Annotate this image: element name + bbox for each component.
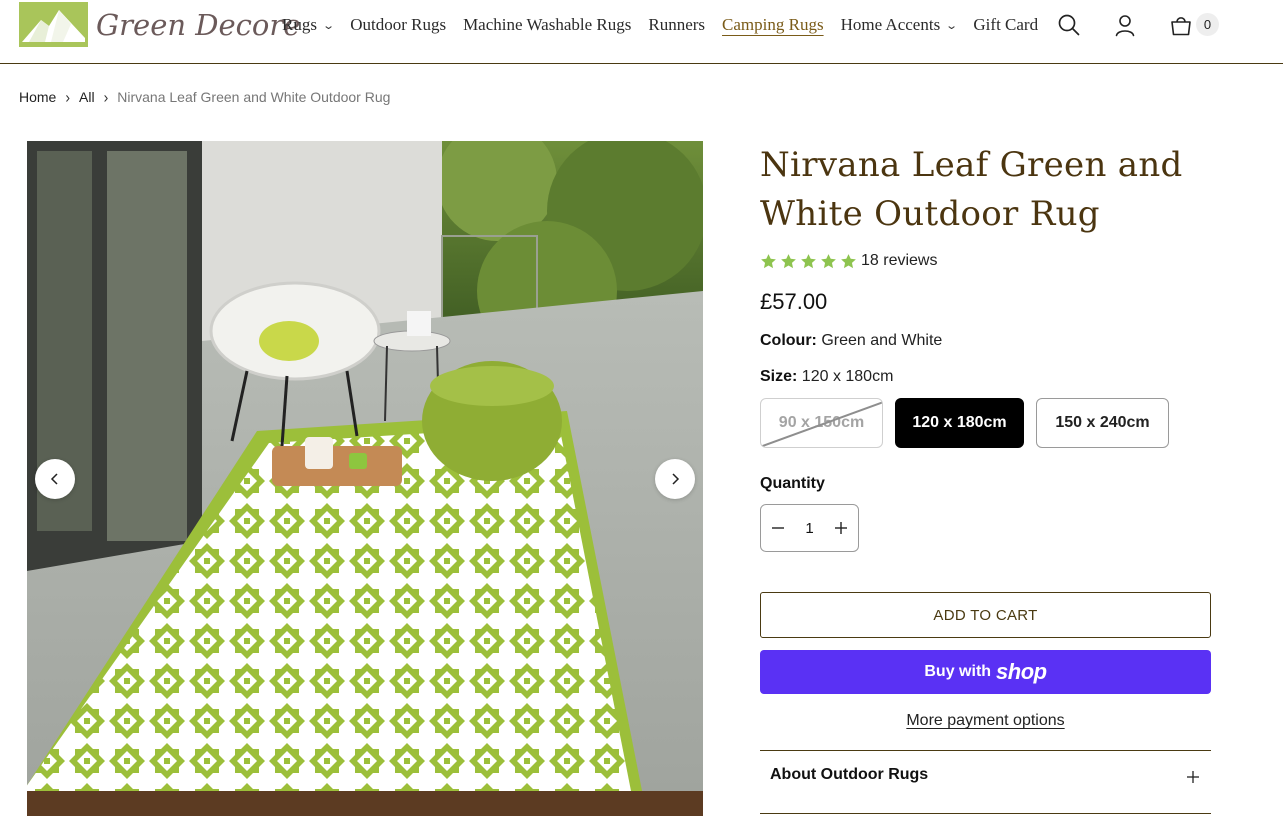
- breadcrumb-current: Nirvana Leaf Green and White Outdoor Rug: [117, 89, 391, 105]
- quantity-input[interactable]: 1: [805, 520, 813, 537]
- product-info: Nirvana Leaf Green and White Outdoor Rug…: [760, 141, 1211, 814]
- plus-icon[interactable]: [834, 521, 848, 535]
- nav-item-rugs[interactable]: Rugs ⌄: [282, 15, 336, 35]
- chevron-down-icon: ⌄: [322, 19, 336, 32]
- logo-mountain-icon: [19, 2, 88, 47]
- star-icon: [840, 253, 857, 270]
- chevron-left-icon: [50, 473, 58, 485]
- chevron-right-icon: ›: [65, 88, 71, 106]
- minus-icon[interactable]: [771, 521, 785, 535]
- star-rating: [760, 253, 860, 270]
- size-option-120x180[interactable]: 120 x 180cm: [895, 398, 1024, 448]
- size-label: Size:: [760, 368, 798, 385]
- colour-option: Colour: Green and White: [760, 332, 942, 350]
- plus-icon: [1187, 768, 1199, 783]
- shop-logo: shop: [996, 659, 1047, 684]
- nav-item-camping-rugs[interactable]: Camping Rugs: [722, 15, 824, 35]
- search-icon[interactable]: [1057, 13, 1081, 37]
- nav-item-machine-washable-rugs[interactable]: Machine Washable Rugs: [463, 15, 631, 35]
- more-payment-options-link[interactable]: More payment options: [760, 712, 1211, 730]
- chevron-down-icon: ⌄: [945, 19, 959, 32]
- user-icon[interactable]: [1113, 13, 1137, 37]
- cart-count-badge[interactable]: 0: [1196, 13, 1219, 36]
- chevron-right-icon: [672, 473, 680, 485]
- nav-item-label: Home Accents: [840, 15, 941, 34]
- main-nav: Rugs ⌄ Outdoor Rugs Machine Washable Rugs Ru…: [282, 14, 1055, 36]
- size-option-label: 150 x 240cm: [1055, 414, 1150, 431]
- product-price: £57.00: [760, 289, 828, 314]
- add-to-cart-button[interactable]: ADD TO CART: [760, 592, 1211, 638]
- breadcrumb-all[interactable]: All: [79, 89, 95, 105]
- size-selector: 90 x 150cm 120 x 180cm 150 x 240cm: [760, 398, 1181, 448]
- nav-item-outdoor-rugs[interactable]: Outdoor Rugs: [350, 15, 446, 35]
- product-image-gallery[interactable]: [27, 141, 703, 816]
- buy-with-label: Buy with: [924, 663, 992, 680]
- breadcrumb: Home › All › Nirvana Leaf Green and Whit…: [19, 88, 391, 106]
- size-option-150x240[interactable]: 150 x 240cm: [1036, 398, 1169, 448]
- star-icon: [820, 253, 837, 270]
- accordion-title: About Outdoor Rugs: [770, 766, 929, 783]
- chevron-right-icon: ›: [103, 88, 109, 106]
- quantity-stepper: 1: [760, 504, 859, 552]
- size-option: Size: 120 x 180cm: [760, 368, 893, 386]
- nav-item-label: Gift Card: [973, 15, 1039, 34]
- buy-with-shop-button[interactable]: Buy with shop: [760, 650, 1211, 694]
- nav-item-label: Outdoor Rugs: [350, 15, 447, 34]
- previous-image-button[interactable]: [35, 459, 75, 499]
- nav-item-home-accents[interactable]: Home Accents ⌄: [840, 15, 959, 35]
- nav-item-label: Runners: [648, 15, 706, 34]
- star-icon: [800, 253, 817, 270]
- colour-label: Colour:: [760, 332, 817, 349]
- breadcrumb-home[interactable]: Home: [19, 89, 56, 105]
- size-value: 120 x 180cm: [801, 368, 894, 385]
- product-image: [27, 141, 703, 816]
- size-option-90x150[interactable]: 90 x 150cm: [760, 398, 883, 448]
- nav-item-label: Camping Rugs: [722, 15, 824, 34]
- size-option-label: 120 x 180cm: [912, 414, 1007, 431]
- nav-item-gift-card[interactable]: Gift Card: [973, 15, 1038, 35]
- reviews-count[interactable]: 18 reviews: [861, 252, 937, 270]
- colour-value: Green and White: [821, 332, 943, 349]
- product-rating[interactable]: 18 reviews: [760, 252, 937, 270]
- nav-item-label: Machine Washable Rugs: [463, 15, 632, 34]
- about-outdoor-rugs-accordion[interactable]: About Outdoor Rugs: [760, 750, 1211, 814]
- quantity-label: Quantity: [760, 475, 825, 492]
- bag-icon[interactable]: [1169, 13, 1193, 37]
- next-image-button[interactable]: [655, 459, 695, 499]
- star-icon: [760, 253, 777, 270]
- nav-item-label: Rugs: [282, 15, 317, 34]
- site-header: Green Decore Rugs ⌄ Outdoor Rugs Machine Wa…: [0, 0, 1283, 64]
- brand-logo[interactable]: Green Decore: [19, 2, 300, 47]
- brand-name: Green Decore: [96, 7, 301, 42]
- product-title: Nirvana Leaf Green and White Outdoor Rug: [760, 145, 1183, 234]
- star-icon: [780, 253, 797, 270]
- nav-item-runners[interactable]: Runners: [648, 15, 705, 35]
